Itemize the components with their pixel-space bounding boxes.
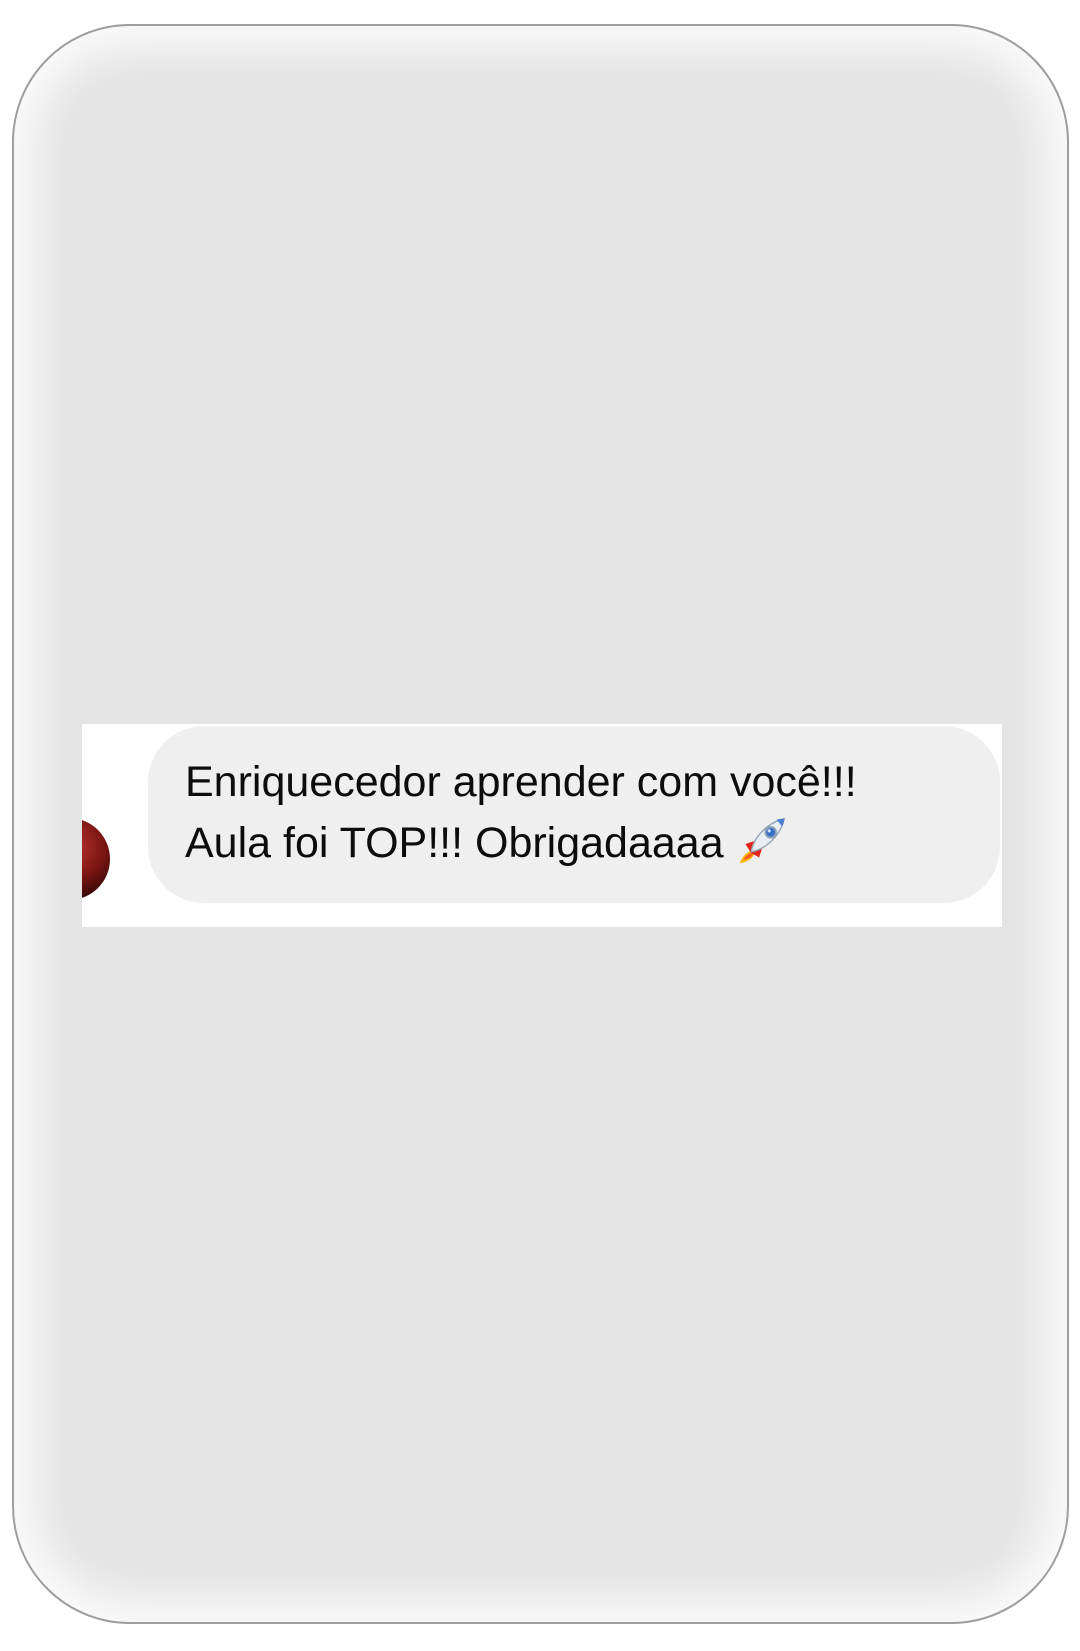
message-row: Enriquecedor aprender com você!!! Aula f… (82, 724, 1002, 927)
message-bubble[interactable]: Enriquecedor aprender com você!!! Aula f… (148, 726, 1000, 903)
rocket-icon (739, 817, 785, 863)
message-line-2-row: Aula foi TOP!!! Obrigadaaaa (185, 813, 980, 877)
message-line-1: Enriquecedor aprender com você!!! (185, 758, 857, 806)
avatar[interactable] (82, 818, 110, 900)
phone-frame: Enriquecedor aprender com você!!! Aula f… (12, 24, 1069, 1624)
message-line-2: Aula foi TOP!!! Obrigadaaaa (185, 819, 724, 867)
